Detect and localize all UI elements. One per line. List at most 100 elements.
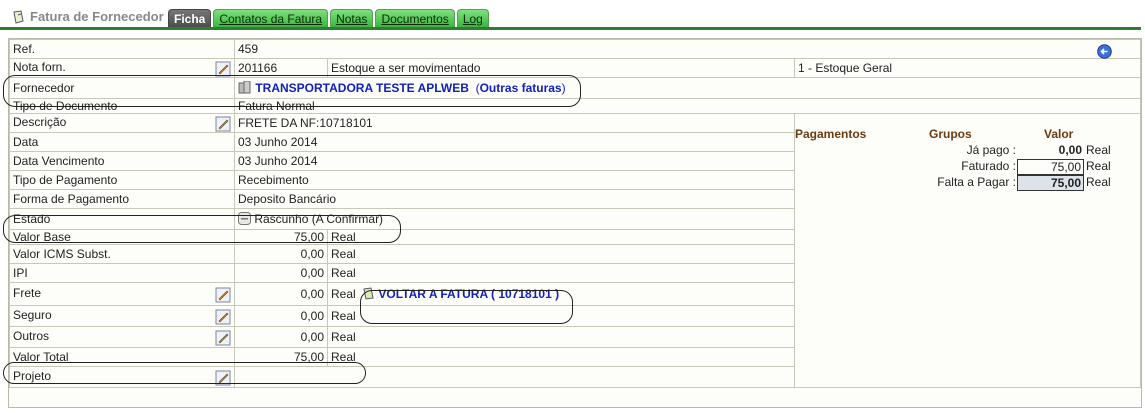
- voltar-fatura-link[interactable]: VOLTAR A FATURA ( 10718101 ): [378, 287, 559, 301]
- edit-icon[interactable]: [215, 309, 231, 325]
- estado-value: Rascunho (A Confirmar): [254, 212, 384, 226]
- payment-row: Faturado : 75,00 Real: [795, 159, 1115, 175]
- tab-notas[interactable]: Notas: [330, 9, 374, 28]
- due-label: Falta a Pagar :: [937, 175, 1016, 189]
- edit-icon[interactable]: [215, 61, 231, 77]
- valor-base-value: 75,00: [234, 229, 328, 245]
- descricao-value: FRETE DA NF:10718101: [234, 113, 795, 133]
- data-venc-value: 03 Junho 2014: [234, 151, 795, 171]
- tab-bar: Ficha Contatos da Fatura Notas Documento…: [168, 9, 489, 28]
- payment-row: Falta a Pagar : 75,00 Real: [795, 175, 1115, 191]
- row-ref: Ref. 459: [9, 39, 1141, 59]
- ipi-label: IPI: [9, 263, 235, 283]
- frete-label: Frete: [13, 285, 42, 300]
- frete-value: 0,00: [234, 282, 328, 306]
- company-icon: [238, 80, 251, 94]
- estoque-label: Estoque a ser movimentado: [327, 58, 795, 78]
- valor-total-label: Valor Total: [9, 347, 235, 367]
- estado-label: Estado: [9, 208, 235, 230]
- ipi-value: 0,00: [234, 263, 328, 283]
- payments-title: Pagamentos: [795, 127, 867, 141]
- data-label: Data: [9, 132, 235, 152]
- estoque-value: 1 - Estoque Geral: [794, 58, 1141, 78]
- outros-label-cell: Outros: [9, 326, 235, 348]
- outras-close: ): [561, 81, 566, 95]
- valor-base-label: Valor Base: [9, 229, 235, 245]
- valor-icms-value: 0,00: [234, 244, 328, 264]
- edit-icon[interactable]: [215, 330, 231, 346]
- back-arrow-icon[interactable]: [1097, 44, 1112, 59]
- projeto-label-cell: Projeto: [9, 366, 235, 388]
- descricao-label-cell: Descrição: [9, 113, 235, 133]
- paid-currency: Real: [1086, 143, 1111, 157]
- payments-panel: Pagamentos Grupos Valor Já pago : 0,00 R…: [795, 127, 1115, 191]
- page-title-text: Fatura de Fornecedor: [30, 9, 164, 24]
- supplier-link[interactable]: TRANSPORTADORA TESTE APLWEB: [255, 81, 469, 95]
- payments-header: Pagamentos Grupos Valor: [795, 127, 1115, 143]
- tab-documentos[interactable]: Documentos: [375, 9, 455, 28]
- seguro-label-cell: Seguro: [9, 305, 235, 327]
- row-fornecedor: Fornecedor TRANSPORTADORA TESTE APLWEB (…: [9, 77, 1141, 99]
- invoice-form: Ref. 459 Nota forn. 201166 Estoque a ser…: [8, 38, 1142, 408]
- value-title: Valor: [1044, 127, 1074, 141]
- valor-icms-currency: Real: [327, 244, 795, 264]
- projeto-value: [234, 366, 795, 388]
- estado-cell: Rascunho (A Confirmar): [234, 208, 795, 230]
- invoice-table: Ref. 459 Nota forn. 201166 Estoque a ser…: [9, 39, 1141, 388]
- tab-contatos[interactable]: Contatos da Fatura: [213, 9, 329, 28]
- projeto-label: Projeto: [13, 368, 52, 383]
- fornecedor-cell: TRANSPORTADORA TESTE APLWEB (Outras fatu…: [234, 77, 1141, 99]
- ref-label: Ref.: [9, 39, 235, 59]
- row-nota: Nota forn. 201166 Estoque a ser moviment…: [9, 58, 1141, 78]
- tab-log[interactable]: Log: [456, 9, 489, 28]
- ipi-currency: Real: [327, 263, 795, 283]
- data-value: 03 Junho 2014: [234, 132, 795, 152]
- outras-faturas-link[interactable]: Outras faturas: [480, 81, 562, 95]
- due-value: 75,00: [1017, 175, 1084, 191]
- payment-row: Já pago : 0,00 Real: [795, 143, 1115, 159]
- edit-icon[interactable]: [215, 370, 231, 386]
- tab-ficha[interactable]: Ficha: [168, 9, 212, 28]
- tipo-pag-value: Recebimento: [234, 170, 795, 190]
- edit-icon[interactable]: [215, 287, 231, 303]
- seguro-value: 0,00: [234, 305, 328, 327]
- edit-icon[interactable]: [215, 116, 231, 132]
- fornecedor-label: Fornecedor: [9, 77, 235, 99]
- outros-value: 0,00: [234, 326, 328, 348]
- frete-label-cell: Frete: [9, 282, 235, 306]
- invoiced-currency: Real: [1086, 159, 1111, 173]
- nota-label: Nota forn.: [13, 59, 66, 74]
- row-tipo-doc: Tipo de Documento Fatura Normal: [9, 98, 1141, 114]
- invoiced-label: Faturado :: [961, 159, 1016, 173]
- outros-label: Outros: [13, 328, 50, 343]
- valor-total-value: 75,00: [234, 347, 328, 367]
- invoiced-value: 75,00: [1017, 159, 1084, 175]
- groups-title: Grupos: [929, 127, 972, 141]
- status-draft-icon: [238, 212, 251, 225]
- valor-base-currency: Real: [327, 229, 795, 245]
- seguro-currency: Real: [327, 305, 795, 327]
- paid-label: Já pago :: [966, 143, 1016, 157]
- nota-label-cell: Nota forn.: [9, 58, 235, 78]
- data-venc-label: Data Vencimento: [9, 151, 235, 171]
- frete-currency: Real: [331, 287, 356, 301]
- ref-value: 459: [234, 39, 1141, 59]
- invoice-icon: [13, 9, 24, 24]
- invoice-icon: [363, 287, 374, 300]
- tipo-pag-label: Tipo de Pagamento: [9, 170, 235, 190]
- seguro-label: Seguro: [13, 307, 52, 322]
- forma-pag-label: Forma de Pagamento: [9, 189, 235, 209]
- due-currency: Real: [1086, 175, 1111, 189]
- paid-value: 0,00: [1058, 143, 1082, 157]
- forma-pag-value: Deposito Bancário: [234, 189, 795, 209]
- page-title: Fatura de Fornecedor: [12, 9, 164, 24]
- valor-total-currency: Real: [327, 347, 795, 367]
- valor-icms-label: Valor ICMS Subst.: [9, 244, 235, 264]
- header-divider: [0, 27, 1141, 30]
- descricao-label: Descrição: [13, 114, 67, 129]
- outros-currency: Real: [327, 326, 795, 348]
- top-bar: Fatura de Fornecedor Ficha Contatos da F…: [0, 0, 1145, 32]
- frete-cell: Real VOLTAR A FATURA ( 10718101 ): [327, 282, 795, 306]
- nota-value: 201166: [234, 58, 328, 78]
- tipo-doc-label: Tipo de Documento: [9, 98, 235, 114]
